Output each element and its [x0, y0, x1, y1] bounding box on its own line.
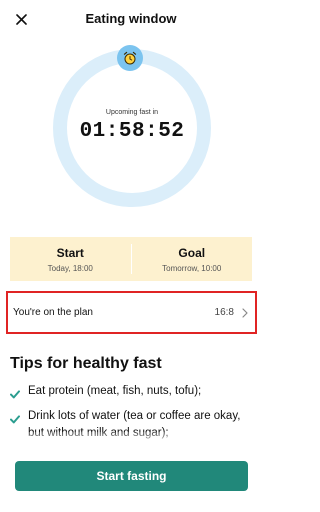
start-value: Today, 18:00: [47, 263, 93, 273]
tip-item: Eat protein (meat, fish, nuts, tofu);: [10, 383, 254, 404]
goal-time-block[interactable]: Goal Tomorrow, 10:00: [132, 237, 253, 281]
goal-value: Tomorrow, 10:00: [162, 263, 222, 273]
chevron-right-icon: [242, 307, 248, 318]
plan-value: 16:8: [214, 307, 234, 318]
eating-window-screen: Eating window Upcoming fast in 01:58:52 …: [0, 0, 262, 512]
tips-heading: Tips for healthy fast: [10, 355, 162, 372]
header: Eating window: [0, 0, 262, 38]
countdown-time: 01:58:52: [79, 120, 185, 143]
alarm-badge: [117, 45, 143, 71]
alarm-clock-icon: [123, 51, 137, 65]
schedule-card: Start Today, 18:00 Goal Tomorrow, 10:00: [10, 237, 252, 281]
scroll-fade: [0, 432, 262, 446]
tip-text: Eat protein (meat, fish, nuts, tofu);: [28, 385, 202, 397]
start-title: Start: [56, 245, 84, 260]
page-title: Eating window: [85, 11, 177, 26]
goal-title: Goal: [178, 245, 206, 260]
plan-label: You're on the plan: [13, 307, 93, 318]
check-icon: [10, 383, 24, 404]
timer-label: Upcoming fast in: [105, 109, 159, 116]
start-fasting-button[interactable]: Start fasting: [15, 461, 248, 491]
plan-row[interactable]: You're on the plan 16:8: [6, 291, 257, 334]
start-time-block[interactable]: Start Today, 18:00: [10, 237, 131, 281]
